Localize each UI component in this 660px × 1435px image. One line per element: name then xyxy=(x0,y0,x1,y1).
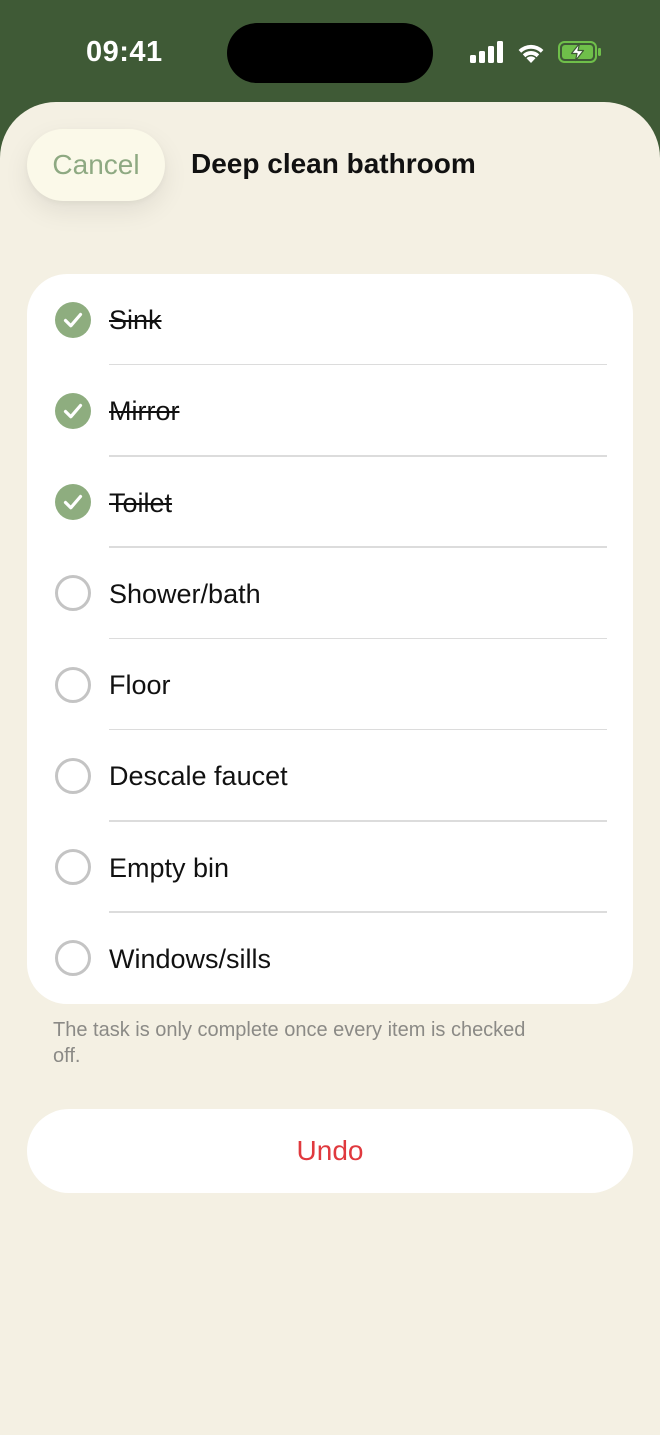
cancel-button[interactable]: Cancel xyxy=(27,129,165,201)
dynamic-island xyxy=(227,23,433,83)
empty-circle-icon[interactable] xyxy=(55,849,91,885)
cellular-signal-icon xyxy=(470,40,504,68)
checklist-item-label: Empty bin xyxy=(109,852,230,883)
checkmark-circle-icon[interactable] xyxy=(55,484,91,520)
checklist-item[interactable]: Floor xyxy=(27,639,633,731)
undo-button[interactable]: Undo xyxy=(27,1109,633,1193)
status-bar: 09:41 xyxy=(0,0,660,102)
status-time: 09:41 xyxy=(86,36,163,68)
checklist-item[interactable]: Sink xyxy=(27,274,633,366)
checklist-item-label: Mirror xyxy=(109,396,180,427)
empty-circle-icon[interactable] xyxy=(55,757,91,794)
battery-charging-icon xyxy=(558,40,602,68)
completion-footnote: The task is only complete once every ite… xyxy=(53,1019,526,1067)
checklist-item[interactable]: Toilet xyxy=(27,457,633,548)
empty-circle-icon[interactable] xyxy=(55,575,91,612)
checklist-item[interactable]: Windows/sills xyxy=(27,913,633,1004)
checklist-item-label: Floor xyxy=(109,670,171,700)
checklist-item-label: Descale faucet xyxy=(109,761,288,792)
checklist-item-label: Sink xyxy=(109,305,162,335)
checklist-sheet: Cancel Deep clean bathroom Sink Mirror T… xyxy=(0,102,660,1435)
checklist-item[interactable]: Empty bin xyxy=(27,822,633,913)
sheet-title: Deep clean bathroom xyxy=(191,148,476,179)
checklist-item[interactable]: Descale faucet xyxy=(27,730,633,822)
checklist-item[interactable]: Shower/bath xyxy=(27,548,633,639)
checklist-card: Sink Mirror Toilet Shower/bath Floor Des… xyxy=(27,274,633,1004)
checklist-item-label: Shower/bath xyxy=(109,578,261,609)
empty-circle-icon[interactable] xyxy=(55,940,91,977)
checklist-item[interactable]: Mirror xyxy=(27,365,633,457)
checklist-item-label: Toilet xyxy=(109,487,173,518)
checklist-item-label: Windows/sills xyxy=(109,943,272,974)
wifi-icon xyxy=(516,41,546,68)
status-icons xyxy=(470,40,602,68)
checkmark-circle-icon[interactable] xyxy=(55,392,91,429)
checkmark-circle-icon[interactable] xyxy=(55,301,91,338)
empty-circle-icon[interactable] xyxy=(55,666,91,703)
